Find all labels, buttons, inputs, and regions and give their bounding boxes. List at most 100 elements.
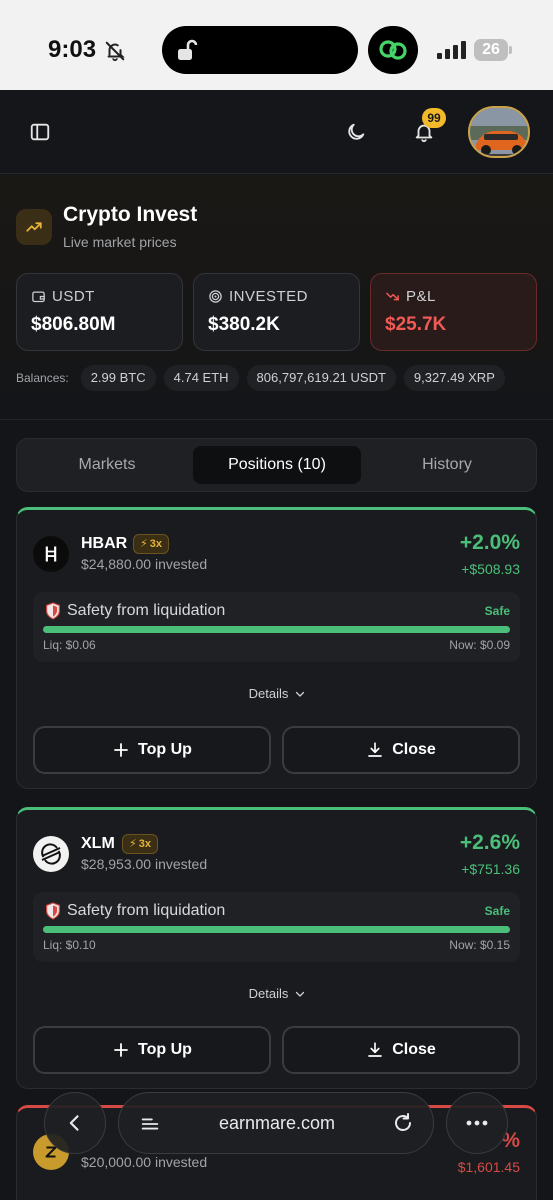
theme-toggle-button[interactable] [342,118,370,146]
status-time: 9:03 [48,36,97,63]
liquidation-safety-panel: Safety from liquidation Safe Liq: $0.06 … [33,592,520,662]
notification-badge: 99 [422,108,446,128]
view-tabs: Markets Positions (10) History [16,438,537,492]
more-dots-icon [466,1120,488,1126]
current-price: Now: $0.09 [449,638,510,652]
details-toggle[interactable]: Details [17,986,536,1001]
browser-back-button[interactable] [44,1092,106,1154]
stat-label: USDT [52,288,95,305]
safety-status: Safe [484,604,510,618]
address-bar[interactable]: earnmare.com [118,1092,434,1154]
stat-card-usdt: USDT $806.80M [16,273,183,351]
safety-label: Safety from liquidation [67,902,226,919]
pnl-amount: +$508.93 [461,561,520,577]
pnl-percent: +2.6% [459,831,520,854]
lightning-icon: ⚡ [129,838,137,850]
liquidation-safety-panel: Safety from liquidation Safe Liq: $0.10 … [33,892,520,962]
close-label: Close [392,1041,436,1058]
stat-value: $25.7K [385,314,447,335]
balances-row: Balances: 2.99 BTC 4.74 ETH 806,797,619.… [16,365,505,391]
sidebar-toggle-icon [30,123,50,141]
unlock-icon [178,39,198,60]
safety-bar-fill [43,926,510,933]
top-up-label: Top Up [138,741,192,758]
status-bar: 9:03 26 [0,0,553,90]
sidebar-toggle-button[interactable] [26,118,54,146]
balance-chip: 4.74 ETH [163,365,239,391]
xlm-logo-icon [33,836,69,872]
position-card: XLM ⚡ 3x $28,953.00 invested +2.6% +$751… [16,807,537,1089]
close-position-button[interactable]: Close [282,1026,520,1074]
position-card: HBAR ⚡ 3x $24,880.00 invested +2.0% +$50… [16,507,537,789]
page-title: Crypto Invest [63,203,198,226]
avatar-image [470,108,528,156]
profile-avatar[interactable] [468,106,530,158]
leverage-badge: ⚡ 3x [122,834,158,854]
balance-chip: 2.99 BTC [80,365,156,391]
shield-icon [46,902,60,920]
silent-bell-icon [105,41,125,62]
close-label: Close [392,741,436,758]
cellular-signal-icon [437,41,466,59]
stat-value: $806.80M [31,314,116,335]
tab-positions[interactable]: Positions (10) [193,446,361,484]
link-rings-icon [379,40,407,60]
stat-card-invested: INVESTED $380.2K [193,273,360,351]
chevron-left-icon [69,1115,79,1131]
lightning-icon: ⚡ [140,538,148,550]
balances-label: Balances: [16,371,69,385]
moon-icon [348,123,365,140]
pnl-amount: $1,601.45 [457,1159,520,1175]
stat-label: INVESTED [229,288,309,305]
safety-label: Safety from liquidation [67,602,226,619]
plus-icon [114,1043,128,1057]
shield-icon [46,602,60,620]
top-up-button[interactable]: Top Up [33,1026,271,1074]
trend-down-icon [386,292,399,301]
url-text: earnmare.com [218,1113,336,1133]
coin-symbol: XLM [81,835,115,852]
liquidation-price: Liq: $0.10 [43,938,96,952]
tab-markets[interactable]: Markets [23,446,191,484]
reload-icon[interactable] [391,1111,415,1135]
plus-icon [114,743,128,757]
leverage-value: 3x [149,538,162,550]
leverage-value: 3x [138,838,151,850]
trending-up-icon [16,209,52,245]
current-price: Now: $0.15 [449,938,510,952]
details-toggle[interactable]: Details [17,686,536,701]
portfolio-summary: Crypto Invest Live market prices USDT $8… [0,175,553,420]
wallet-icon [32,291,45,303]
details-label: Details [248,986,289,1001]
stat-value: $380.2K [208,314,280,335]
safety-bar [43,926,510,933]
app-header: 99 [0,90,553,174]
download-icon [368,742,383,757]
details-label: Details [248,686,289,701]
safety-bar [43,626,510,633]
balance-chip: 806,797,619.21 USDT [246,365,396,391]
invested-amount: $24,880.00 invested [81,556,208,572]
battery-indicator: 26 [474,39,512,61]
invested-amount: $20,000.00 invested [81,1154,208,1170]
balance-chip: 9,327.49 XRP [403,365,505,391]
hbar-logo-icon [33,536,69,572]
battery-level: 26 [482,41,500,58]
chevron-down-icon [296,991,305,997]
top-up-label: Top Up [138,1041,192,1058]
tab-history[interactable]: History [363,446,531,484]
download-icon [368,1042,383,1057]
page-subtitle: Live market prices [63,234,177,250]
safety-status: Safe [484,904,510,918]
browser-more-button[interactable] [446,1092,508,1154]
live-activity-app-icon [368,26,418,74]
chevron-down-icon [296,691,305,697]
pnl-percent: +2.0% [459,531,520,554]
liquidation-price: Liq: $0.06 [43,638,96,652]
top-up-button[interactable]: Top Up [33,726,271,774]
close-position-button[interactable]: Close [282,726,520,774]
pnl-amount: +$751.36 [461,861,520,877]
coin-symbol: HBAR [81,535,128,552]
safety-bar-fill [43,626,510,633]
stat-card-pnl: P&L $25.7K [370,273,537,351]
